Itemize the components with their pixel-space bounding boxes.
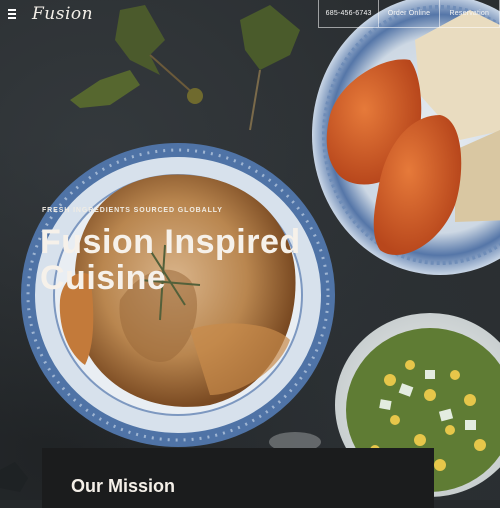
leaf-silhouette <box>0 462 28 492</box>
hero-title-line2: Cuisine <box>40 259 167 297</box>
mission-title: Our Mission <box>71 476 176 496</box>
header-actions: 685-456-6743 Order Online Reservation <box>318 0 500 28</box>
menu-button[interactable] <box>8 9 20 19</box>
phone-link[interactable]: 685-456-6743 <box>319 0 378 27</box>
reservation-button[interactable]: Reservation <box>438 0 499 27</box>
hero-eyebrow: FRESH INGREDIENTS SOURCED GLOBALLY <box>42 207 223 214</box>
mission-panel: Our Mission <box>42 448 434 508</box>
hero-title-line1: Fusion Inspired <box>40 223 301 261</box>
order-online-button[interactable]: Order Online <box>378 0 438 27</box>
site-logo[interactable]: Fusion <box>32 4 93 24</box>
hero-title: Fusion Inspired Cuisine <box>40 224 360 296</box>
site-header: Fusion 685-456-6743 Order Online Reserva… <box>0 0 500 30</box>
hamburger-icon <box>8 9 20 19</box>
